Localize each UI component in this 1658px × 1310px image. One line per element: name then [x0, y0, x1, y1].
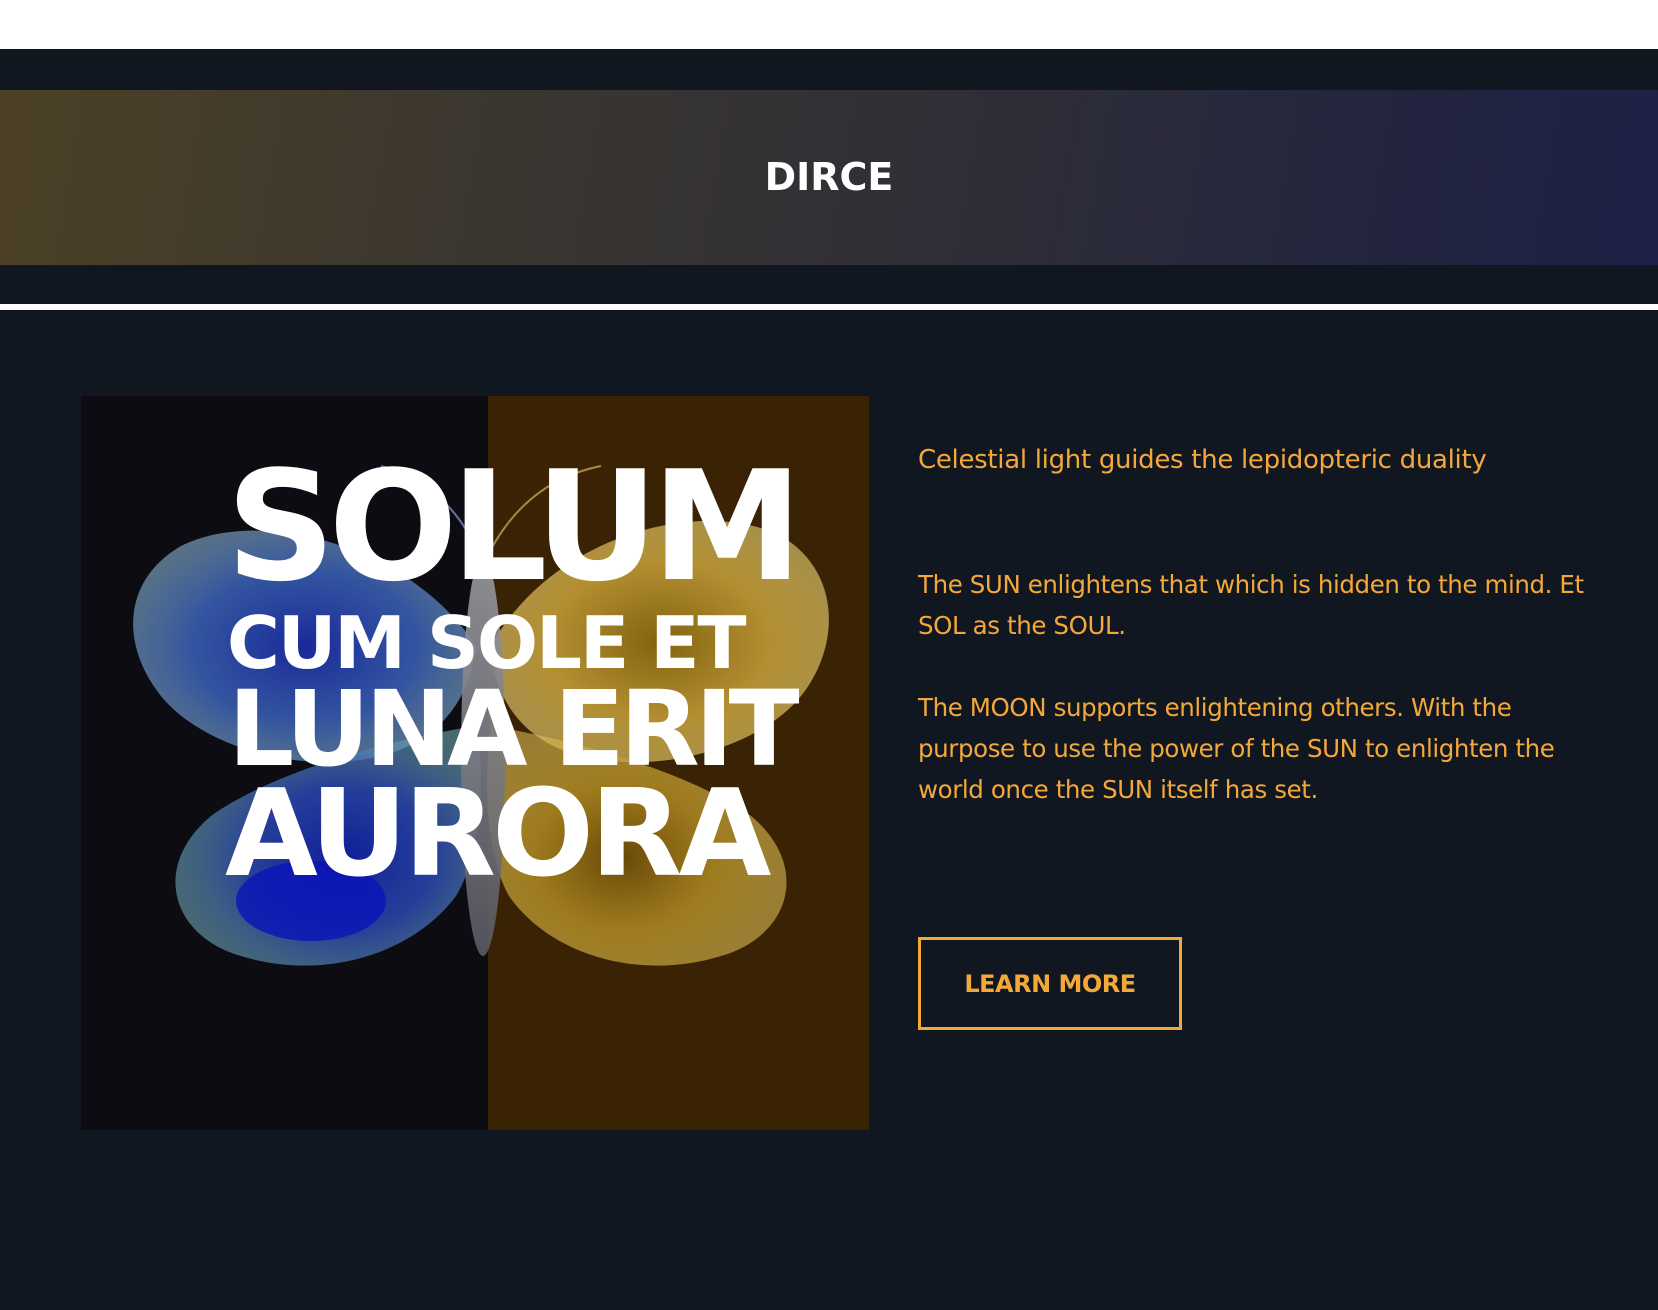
- tagline: Celestial light guides the lepidopteric …: [918, 445, 1487, 475]
- site-title: DIRCE: [764, 154, 894, 199]
- learn-more-button[interactable]: LEARN MORE: [918, 937, 1182, 1030]
- hero-image: SOLUM CUM SOLE ET LUNA ERIT AURORA: [81, 396, 869, 1130]
- paragraph-moon: The MOON supports enlightening others. W…: [918, 693, 1555, 804]
- hero-overlay-text: SOLUM CUM SOLE ET LUNA ERIT AURORA: [225, 451, 803, 895]
- hero-line-solum: SOLUM: [226, 438, 803, 615]
- paragraph-sun: The SUN enlightens that which is hidden …: [918, 570, 1584, 640]
- title-banner: DIRCE: [0, 90, 1658, 265]
- hero-line-aurora: AURORA: [225, 765, 771, 904]
- top-white-bar: [0, 0, 1658, 49]
